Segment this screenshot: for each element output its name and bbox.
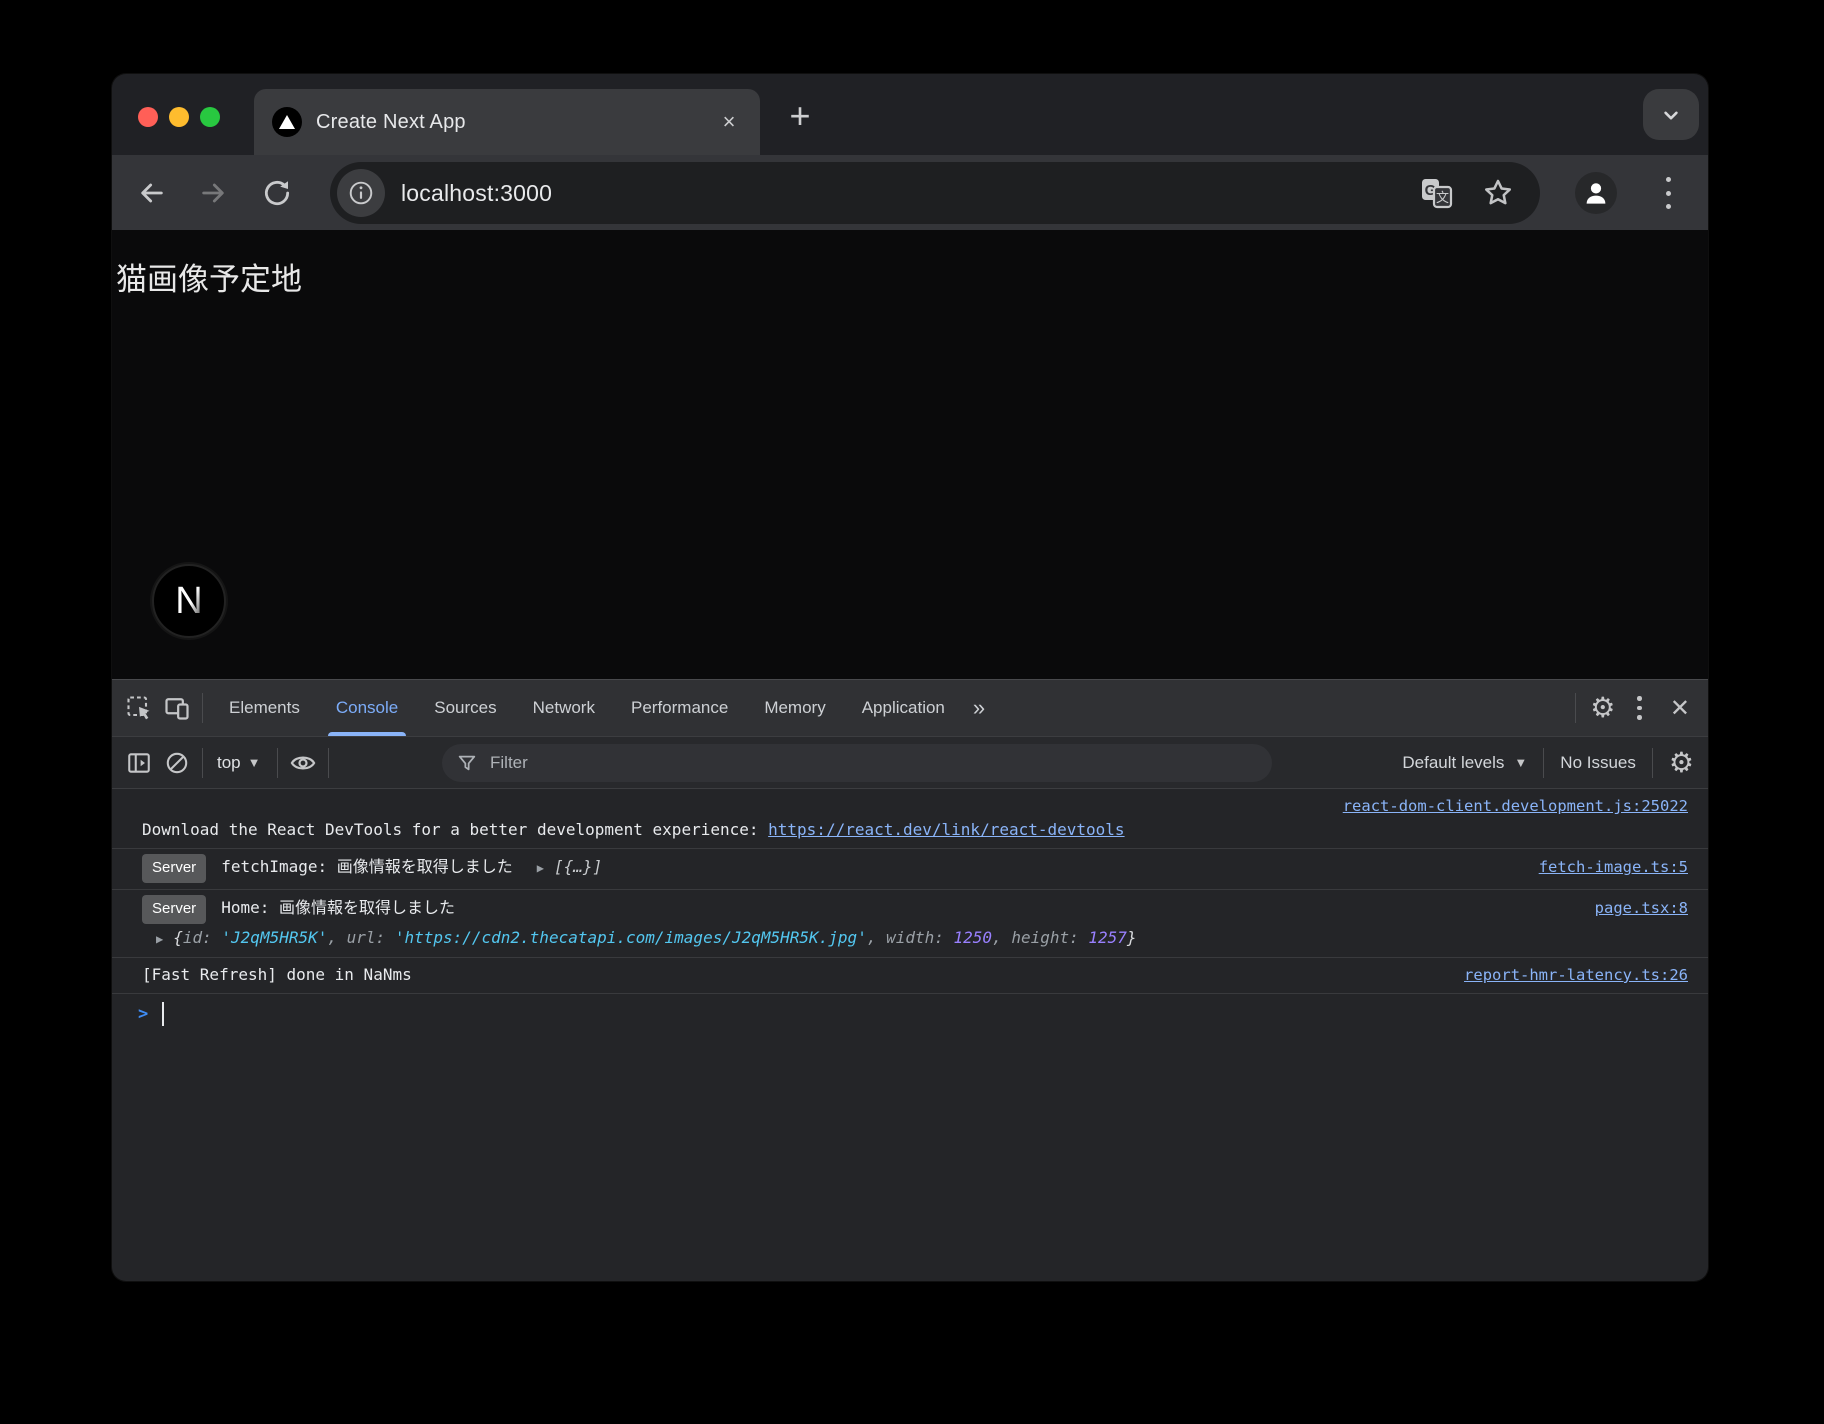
vercel-triangle-icon [272, 107, 302, 137]
devtools-menu-icon[interactable] [1629, 696, 1650, 720]
expand-caret-icon[interactable]: ▶ [156, 927, 163, 951]
server-badge: Server [142, 854, 206, 883]
tab-title: Create Next App [316, 111, 714, 134]
source-link[interactable]: fetch-image.ts:5 [1539, 855, 1688, 879]
back-icon[interactable] [130, 171, 174, 215]
devtools-close-icon[interactable]: ✕ [1664, 694, 1696, 723]
devtools-tabs: Elements Console Sources Network Perform… [211, 680, 993, 736]
more-tabs-icon[interactable]: » [963, 695, 993, 721]
console-prompt[interactable]: > [112, 994, 1708, 1034]
console-sidebar-icon[interactable] [120, 744, 158, 782]
live-expression-eye-icon[interactable] [284, 744, 322, 782]
device-toolbar-icon[interactable] [158, 689, 196, 727]
new-tab-button[interactable]: + [778, 94, 822, 138]
forward-icon[interactable] [191, 171, 235, 215]
no-issues-label[interactable]: No Issues [1560, 753, 1636, 773]
context-caret-icon: ▼ [248, 755, 261, 770]
tab-network[interactable]: Network [515, 680, 613, 736]
tab-performance[interactable]: Performance [613, 680, 746, 736]
devtools-settings-icon[interactable]: ⚙ [1590, 694, 1615, 722]
address-bar[interactable]: localhost:3000 G 文 [330, 162, 1540, 224]
tab-application[interactable]: Application [844, 680, 963, 736]
default-levels-dropdown[interactable]: Default levels [1402, 753, 1504, 773]
console-message: [Fast Refresh] done in NaNms report-hmr-… [112, 958, 1708, 994]
expand-caret-icon[interactable]: ▶ [537, 856, 544, 880]
console-messages: react-dom-client.development.js:25022 Do… [112, 789, 1708, 1280]
console-message: Server Home: 画像情報を取得しました page.tsx:8 ▶ {i… [112, 890, 1708, 958]
minimize-window-button[interactable] [169, 107, 189, 127]
text-cursor [162, 1002, 164, 1026]
message-text: [Fast Refresh] done in NaNms [142, 963, 412, 987]
source-link[interactable]: page.tsx:8 [1595, 896, 1688, 920]
source-link[interactable]: report-hmr-latency.ts:26 [1464, 963, 1688, 987]
message-text: Home: 画像情報を取得しました [221, 896, 455, 920]
tab-close-icon[interactable]: × [714, 107, 744, 137]
console-settings-icon[interactable]: ⚙ [1669, 749, 1694, 777]
profile-avatar-icon[interactable] [1575, 172, 1617, 214]
devtools-tabbar: Elements Console Sources Network Perform… [112, 680, 1708, 737]
url-text[interactable]: localhost:3000 [401, 180, 1420, 207]
tab-sources[interactable]: Sources [416, 680, 514, 736]
console-toolbar: top ▼ Filter Default levels ▼ No Issues … [112, 737, 1708, 789]
page-content: 猫画像予定地 N [112, 230, 1708, 679]
browser-tab[interactable]: Create Next App × [254, 89, 760, 155]
console-filter-input[interactable]: Filter [442, 744, 1272, 782]
message-text: fetchImage: 画像情報を取得しました [221, 855, 513, 879]
devtools-panel: Elements Console Sources Network Perform… [112, 679, 1708, 1281]
message-text: Download the React DevTools for a better… [142, 818, 1688, 842]
zoom-window-button[interactable] [200, 107, 220, 127]
site-info-icon[interactable] [337, 169, 385, 217]
traffic-lights [138, 107, 220, 127]
browser-window: Create Next App × + localhost:3000 [112, 74, 1708, 1281]
source-link[interactable]: react-dom-client.development.js:25022 [1343, 797, 1688, 815]
devtools-link[interactable]: https://react.dev/link/react-devtools [768, 820, 1124, 839]
browser-menu-icon[interactable] [1660, 177, 1676, 209]
tab-console[interactable]: Console [318, 680, 416, 736]
page-heading: 猫画像予定地 [116, 254, 302, 299]
inspect-element-icon[interactable] [120, 689, 158, 727]
close-window-button[interactable] [138, 107, 158, 127]
console-message: react-dom-client.development.js:25022 Do… [112, 789, 1708, 849]
clear-console-icon[interactable] [158, 744, 196, 782]
console-message: Server fetchImage: 画像情報を取得しました ▶ [{…}] f… [112, 849, 1708, 890]
svg-text:文: 文 [1436, 191, 1449, 206]
translate-icon[interactable]: G 文 [1420, 177, 1454, 209]
array-preview[interactable]: [{…}] [554, 855, 602, 879]
tab-strip: Create Next App × + [112, 74, 1708, 155]
levels-caret-icon: ▼ [1514, 755, 1527, 770]
filter-placeholder: Filter [490, 753, 528, 773]
reload-icon[interactable] [255, 171, 299, 215]
tab-elements[interactable]: Elements [211, 680, 318, 736]
nextjs-logo: N [152, 564, 226, 638]
tab-search-chevron-button[interactable] [1643, 89, 1699, 140]
bookmark-star-icon[interactable] [1482, 177, 1514, 209]
server-badge: Server [142, 895, 206, 924]
context-selector[interactable]: top [217, 753, 241, 773]
tab-memory[interactable]: Memory [746, 680, 843, 736]
browser-toolbar: localhost:3000 G 文 [112, 155, 1708, 230]
object-preview[interactable]: {id: 'J2qM5HR5K', url: 'https://cdn2.the… [173, 926, 1136, 950]
prompt-chevron-icon: > [138, 1004, 148, 1024]
